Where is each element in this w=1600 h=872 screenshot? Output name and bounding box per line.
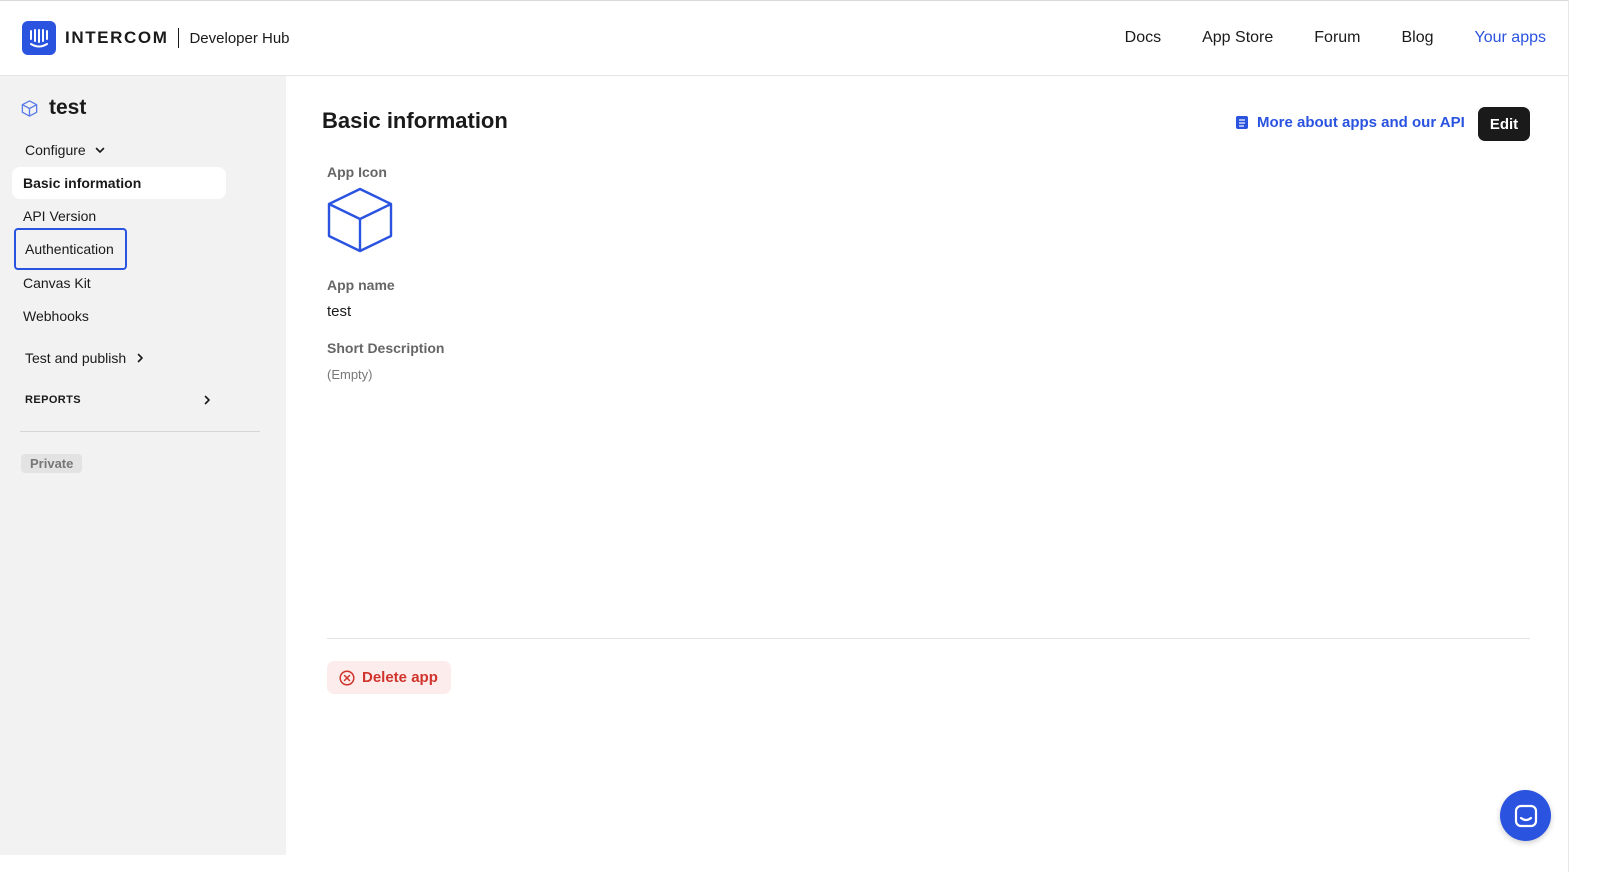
brand-name: INTERCOM	[65, 28, 169, 47]
nav-app-store[interactable]: App Store	[1202, 29, 1273, 47]
sidebar-item-basic-information[interactable]: Basic information	[12, 167, 226, 199]
test-and-publish-toggle[interactable]: Test and publish	[25, 350, 146, 366]
reports-toggle[interactable]: REPORTS	[25, 394, 213, 406]
sidebar-divider	[20, 431, 260, 432]
brand[interactable]: INTERCOM Developer Hub	[22, 21, 290, 55]
delete-app-label: Delete app	[362, 669, 438, 686]
brand-subtitle: Developer Hub	[189, 29, 290, 47]
page-title: Basic information	[322, 108, 508, 133]
app-name-value: test	[327, 303, 352, 320]
brand-separator	[178, 28, 180, 48]
cube-icon	[21, 99, 38, 117]
close-circle-icon	[339, 669, 355, 686]
test-and-publish-label: Test and publish	[25, 350, 127, 366]
more-about-apps-link[interactable]: More about apps and our API	[1235, 114, 1465, 131]
book-icon	[1236, 116, 1248, 129]
nav-docs[interactable]: Docs	[1125, 29, 1161, 47]
sidebar: test Configure Basic information API Ver…	[0, 76, 286, 872]
main-content: Basic information More about apps and ou…	[286, 76, 1568, 872]
edit-button[interactable]: Edit	[1478, 107, 1530, 141]
app-name-label: App name	[327, 277, 395, 293]
delete-app-button[interactable]: Delete app	[327, 661, 451, 694]
chevron-right-icon	[137, 353, 143, 363]
cube-icon	[326, 186, 394, 259]
messenger-icon	[1514, 804, 1537, 827]
sidebar-item-authentication[interactable]: Authentication	[14, 228, 127, 270]
sidebar-item-webhooks[interactable]: Webhooks	[12, 300, 226, 332]
nav-forum[interactable]: Forum	[1314, 29, 1360, 47]
short-description-value: (Empty)	[327, 367, 373, 382]
messenger-launcher[interactable]	[1500, 790, 1551, 841]
chevron-right-icon	[204, 395, 210, 405]
top-bar: INTERCOM Developer Hub Docs App Store Fo…	[0, 0, 1568, 76]
chevron-down-icon	[95, 147, 105, 153]
content-divider	[327, 638, 1530, 639]
nav-blog[interactable]: Blog	[1402, 29, 1434, 47]
app-title: test	[20, 96, 86, 120]
reports-label: REPORTS	[25, 394, 81, 406]
status-badge: Private	[21, 454, 83, 473]
app-icon-label: App Icon	[327, 164, 387, 180]
more-about-apps-label: More about apps and our API	[1257, 114, 1465, 131]
sidebar-item-canvas-kit[interactable]: Canvas Kit	[12, 267, 226, 299]
page-scrollbar[interactable]	[1568, 0, 1600, 872]
top-nav: Docs App Store Forum Blog Your apps	[1084, 29, 1546, 47]
short-description-label: Short Description	[327, 340, 445, 356]
configure-label: Configure	[25, 142, 86, 158]
app-title-text: test	[49, 96, 87, 119]
nav-your-apps[interactable]: Your apps	[1475, 29, 1546, 47]
intercom-logo-icon	[22, 21, 56, 55]
configure-toggle[interactable]: Configure	[25, 142, 106, 158]
horizontal-scrollbar[interactable]	[0, 855, 1568, 872]
